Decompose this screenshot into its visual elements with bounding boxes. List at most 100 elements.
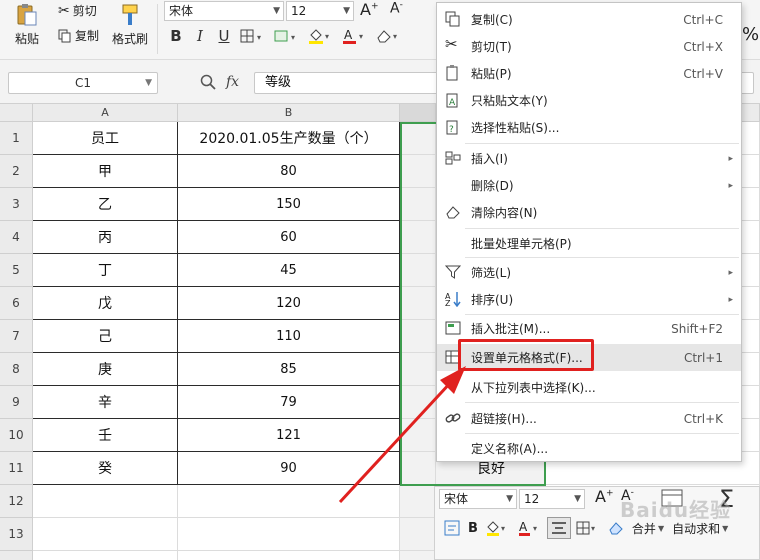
mini-autosum-button[interactable]: 自动求和 ▼ [669, 517, 731, 539]
paste-button[interactable]: 粘贴 [6, 2, 48, 47]
table-cell[interactable]: 120 [178, 287, 400, 320]
row-header[interactable]: 11 [0, 452, 33, 485]
empty-cell[interactable] [400, 386, 436, 419]
row-header[interactable]: 9 [0, 386, 33, 419]
menu-item-format-cells[interactable]: 设置单元格格式(F)... Ctrl+1 [437, 344, 741, 371]
decrease-font-button[interactable]: A- [390, 0, 403, 17]
italic-button[interactable]: I [188, 25, 212, 47]
increase-font-button[interactable]: A+ [360, 0, 379, 19]
column-header-c[interactable] [400, 104, 436, 122]
empty-cell[interactable] [400, 518, 436, 551]
table-cell[interactable]: 辛 [33, 386, 178, 419]
percent-button[interactable]: % [742, 24, 759, 45]
empty-cell[interactable] [400, 551, 436, 560]
table-cell[interactable]: 丙 [33, 221, 178, 254]
row-header[interactable]: 5 [0, 254, 33, 287]
table-cell[interactable]: 丁 [33, 254, 178, 287]
name-box[interactable]: C1 ▼ [8, 72, 158, 94]
menu-item-define-name[interactable]: 定义名称(A)... [437, 435, 741, 462]
empty-cell[interactable] [400, 353, 436, 386]
font-color-button[interactable]: A ▾ [338, 25, 372, 47]
cut-button[interactable]: ✂ 剪切 [58, 2, 97, 19]
column-header-a[interactable]: A [33, 104, 178, 122]
fill-color-button[interactable]: ▾ [304, 25, 338, 47]
menu-item-filter[interactable]: 筛选(L) ▸ [437, 259, 741, 286]
row-header[interactable]: 12 [0, 485, 33, 518]
function-icon[interactable]: fx [226, 74, 239, 90]
row-header[interactable]: 10 [0, 419, 33, 452]
bold-button[interactable]: B [164, 25, 188, 47]
table-cell[interactable]: 45 [178, 254, 400, 287]
table-cell[interactable]: 2020.01.05生产数量（个） [178, 122, 400, 155]
mini-font-size-select[interactable]: 12 ▼ [519, 489, 585, 509]
row-header[interactable]: 8 [0, 353, 33, 386]
empty-cell[interactable] [400, 419, 436, 452]
menu-item-copy[interactable]: 复制(C) Ctrl+C [437, 6, 741, 33]
table-cell[interactable]: 乙 [33, 188, 178, 221]
menu-item-cut[interactable]: ✂ 剪切(T) Ctrl+X [437, 33, 741, 60]
empty-cell[interactable] [400, 122, 436, 155]
table-cell[interactable]: 85 [178, 353, 400, 386]
menu-item-batch-process[interactable]: 批量处理单元格(P) [437, 230, 741, 257]
table-cell[interactable]: 121 [178, 419, 400, 452]
empty-cell[interactable] [400, 254, 436, 287]
empty-cell[interactable] [400, 221, 436, 254]
table-cell[interactable] [33, 485, 178, 518]
menu-item-insert-comment[interactable]: 插入批注(M)... Shift+F2 [437, 315, 741, 342]
table-cell[interactable]: 庚 [33, 353, 178, 386]
mini-wrap-button[interactable] [441, 517, 463, 539]
mini-decrease-font-button[interactable]: A- [621, 487, 634, 504]
menu-item-insert[interactable]: 插入(I) ▸ [437, 145, 741, 172]
table-cell[interactable]: 90 [178, 452, 400, 485]
select-all-corner[interactable] [0, 104, 33, 122]
table-cell[interactable]: 150 [178, 188, 400, 221]
table-cell[interactable]: 癸 [33, 452, 178, 485]
mini-increase-font-button[interactable]: A+ [595, 487, 614, 506]
table-cell[interactable]: 员工 [33, 122, 178, 155]
table-cell[interactable]: 壬 [33, 419, 178, 452]
table-cell[interactable] [33, 551, 178, 560]
mini-border-button[interactable]: ▾ [573, 517, 603, 539]
menu-item-paste[interactable]: 粘贴(P) Ctrl+V [437, 60, 741, 87]
menu-item-paste-text-only[interactable]: A 只粘贴文本(Y) [437, 87, 741, 114]
row-header[interactable]: 2 [0, 155, 33, 188]
mini-merge-icon-button[interactable] [661, 489, 683, 510]
empty-cell[interactable] [400, 320, 436, 353]
table-cell[interactable]: 戊 [33, 287, 178, 320]
row-header[interactable]: 7 [0, 320, 33, 353]
mini-fill-color-button[interactable]: ▾ [483, 517, 513, 539]
empty-cell[interactable] [400, 287, 436, 320]
table-cell[interactable] [178, 518, 400, 551]
empty-cell[interactable] [400, 155, 436, 188]
mini-align-center-button[interactable] [546, 517, 571, 539]
menu-item-hyperlink[interactable]: 超链接(H)... Ctrl+K [437, 405, 741, 432]
empty-cell[interactable] [400, 452, 436, 485]
mini-font-color-button[interactable]: A ▾ [515, 517, 545, 539]
row-header[interactable]: 1 [0, 122, 33, 155]
table-cell[interactable] [178, 551, 400, 560]
table-cell[interactable]: 甲 [33, 155, 178, 188]
mini-font-name-select[interactable]: 宋体 ▼ [439, 489, 517, 509]
format-painter-button[interactable]: 格式刷 [108, 2, 152, 47]
mini-bold-button[interactable]: B [465, 517, 481, 539]
row-header[interactable]: 3 [0, 188, 33, 221]
zoom-search-icon[interactable] [200, 74, 216, 90]
row-header[interactable]: 6 [0, 287, 33, 320]
empty-cell[interactable] [400, 485, 436, 518]
table-cell[interactable]: 己 [33, 320, 178, 353]
table-cell[interactable]: 60 [178, 221, 400, 254]
clear-format-button[interactable]: ▾ [372, 25, 406, 47]
row-header[interactable]: 13 [0, 518, 33, 551]
mini-clear-button[interactable] [605, 517, 627, 539]
font-name-select[interactable]: 宋体 ▼ [164, 1, 284, 21]
border-button[interactable]: ▾ [236, 25, 270, 47]
mini-autosum-icon-button[interactable]: Σ [719, 485, 734, 513]
cell-style-button[interactable]: ▾ [270, 25, 304, 47]
table-cell[interactable]: 80 [178, 155, 400, 188]
font-size-select[interactable]: 12 ▼ [286, 1, 354, 21]
row-header[interactable]: 14 [0, 551, 33, 560]
table-cell[interactable]: 79 [178, 386, 400, 419]
menu-item-delete[interactable]: 删除(D) ▸ [437, 172, 741, 199]
menu-item-sort[interactable]: AZ 排序(U) ▸ [437, 286, 741, 313]
menu-item-clear-contents[interactable]: 清除内容(N) [437, 199, 741, 226]
